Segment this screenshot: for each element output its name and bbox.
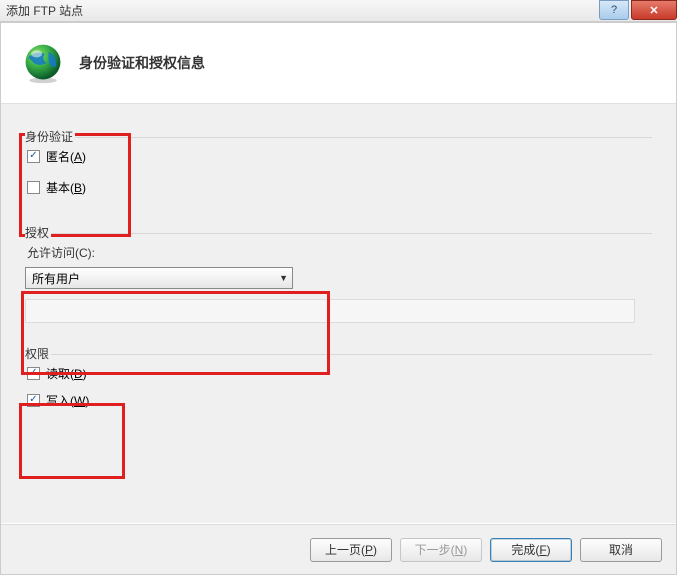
write-checkbox-row[interactable]: 写入(W) bbox=[27, 392, 652, 409]
authentication-section: 身份验证 匿名(A) 基本(B) bbox=[25, 124, 652, 196]
window-controls: ? ✕ bbox=[599, 0, 677, 20]
cancel-button[interactable]: 取消 bbox=[580, 538, 662, 562]
read-checkbox[interactable] bbox=[27, 367, 40, 380]
allow-access-select-value: 所有用户 bbox=[32, 270, 80, 287]
anonymous-label: 匿名(A) bbox=[46, 148, 86, 165]
read-label: 读取(D) bbox=[46, 365, 87, 382]
read-checkbox-row[interactable]: 读取(D) bbox=[27, 365, 652, 382]
perm-legend: 权限 bbox=[25, 345, 51, 362]
write-label: 写入(W) bbox=[46, 392, 89, 409]
write-checkbox[interactable] bbox=[27, 394, 40, 407]
help-button[interactable]: ? bbox=[599, 0, 629, 20]
page-title: 身份验证和授权信息 bbox=[79, 53, 205, 73]
basic-label: 基本(B) bbox=[46, 179, 86, 196]
basic-checkbox[interactable] bbox=[27, 181, 40, 194]
authz-legend: 授权 bbox=[25, 224, 51, 241]
titlebar: 添加 FTP 站点 ? ✕ bbox=[0, 0, 677, 22]
next-button: 下一步(N) bbox=[400, 538, 482, 562]
ghost-input bbox=[25, 299, 635, 323]
basic-checkbox-row[interactable]: 基本(B) bbox=[27, 179, 652, 196]
permissions-section: 权限 读取(D) 写入(W) bbox=[25, 341, 652, 409]
allow-access-select[interactable]: 所有用户 ▼ bbox=[25, 267, 293, 289]
allow-access-label: 允许访问(C): bbox=[27, 244, 652, 261]
authorization-section: 授权 允许访问(C): 所有用户 ▼ bbox=[25, 220, 652, 323]
dialog-header: 身份验证和授权信息 bbox=[1, 23, 676, 104]
globe-icon bbox=[21, 41, 65, 85]
dialog-body: 身份验证 匿名(A) 基本(B) 授权 允许访问(C): 所有用户 ▼ 权 bbox=[1, 104, 676, 523]
finish-button[interactable]: 完成(F) bbox=[490, 538, 572, 562]
close-button[interactable]: ✕ bbox=[631, 0, 677, 20]
chevron-down-icon: ▼ bbox=[279, 273, 288, 283]
auth-legend: 身份验证 bbox=[25, 128, 75, 145]
window-title: 添加 FTP 站点 bbox=[6, 2, 83, 19]
dialog-footer: 上一页(P) 下一步(N) 完成(F) 取消 bbox=[1, 524, 676, 574]
anonymous-checkbox-row[interactable]: 匿名(A) bbox=[27, 148, 652, 165]
anonymous-checkbox[interactable] bbox=[27, 150, 40, 163]
prev-button[interactable]: 上一页(P) bbox=[310, 538, 392, 562]
dialog-content: 身份验证和授权信息 身份验证 匿名(A) 基本(B) 授权 允许访问(C): 所… bbox=[0, 22, 677, 575]
